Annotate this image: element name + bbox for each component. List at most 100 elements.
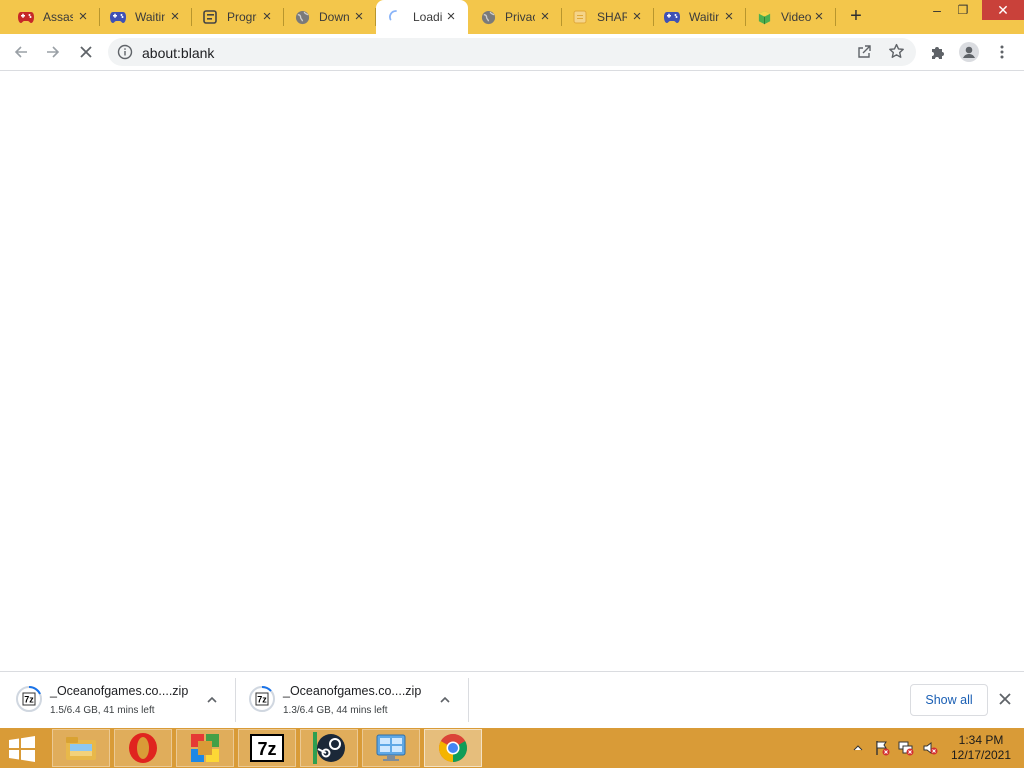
loading-spinner-icon	[388, 9, 404, 25]
tab-0[interactable]: Assassin's Creed ×	[0, 0, 100, 34]
svg-text:7z: 7z	[24, 695, 34, 705]
close-tab-icon[interactable]: ×	[352, 9, 366, 24]
cube-icon	[756, 9, 772, 25]
gamepad-red-icon	[18, 9, 34, 25]
tab-6[interactable]: SHARE ×	[554, 0, 654, 34]
close-icon	[80, 46, 92, 58]
7zip-archive-icon: 7z	[249, 685, 275, 712]
tab-4[interactable]: Loading ×	[376, 0, 468, 34]
taskbar-file-explorer[interactable]	[52, 729, 110, 767]
tab-title: SHARE	[597, 10, 627, 24]
close-tab-icon[interactable]: ×	[538, 9, 552, 24]
tab-title: Waiting	[689, 10, 719, 24]
windows-logo-icon	[9, 736, 35, 762]
close-tab-icon[interactable]: ×	[76, 9, 90, 24]
taskbar-steam[interactable]	[300, 729, 358, 767]
stop-loading-button[interactable]	[74, 40, 98, 64]
control-panel-icon	[376, 734, 406, 761]
download-separator	[468, 678, 469, 722]
taskbar-app-store[interactable]	[176, 729, 234, 767]
extensions-button[interactable]	[926, 40, 950, 64]
action-center-flag-icon[interactable]	[874, 740, 890, 756]
back-arrow-icon	[14, 46, 27, 58]
download-shelf: 7z _Oceanofgames.co....zip 1.5/6.4 GB, 4…	[0, 671, 1024, 728]
close-tab-icon[interactable]: ×	[260, 9, 274, 24]
opera-icon	[129, 733, 157, 763]
7zip-icon: 7z	[250, 734, 284, 762]
close-shelf-icon[interactable]	[998, 692, 1014, 708]
tab-7[interactable]: Waiting ×	[646, 0, 746, 34]
close-tab-icon[interactable]: ×	[630, 9, 644, 24]
close-tab-icon[interactable]: ×	[722, 9, 736, 24]
chevron-up-icon[interactable]	[437, 692, 453, 708]
chevron-up-icon[interactable]	[204, 692, 220, 708]
new-tab-button[interactable]: +	[845, 6, 867, 28]
tab-title: Assassin's Creed	[43, 10, 73, 24]
download-item[interactable]: 7z _Oceanofgames.co....zip 1.3/6.4 GB, 4…	[233, 672, 469, 728]
tab-5[interactable]: Privacy ×	[462, 0, 562, 34]
address-bar[interactable]: about:blank	[108, 38, 916, 66]
taskbar-7zip[interactable]: 7z	[238, 729, 296, 767]
forward-arrow-icon	[47, 46, 60, 58]
show-all-button[interactable]: Show all	[910, 684, 988, 716]
tab-title: Progress	[227, 10, 257, 24]
globe-icon	[294, 9, 310, 25]
tab-separator	[835, 8, 836, 26]
svg-text:7z: 7z	[257, 695, 267, 705]
taskbar-control-panel[interactable]	[362, 729, 420, 767]
volume-muted-icon[interactable]	[922, 740, 938, 756]
tab-1[interactable]: Waiting ×	[92, 0, 192, 34]
download-filename: _Oceanofgames.co....zip	[50, 684, 189, 698]
gamepad-blue-icon	[110, 9, 126, 25]
browser-toolbar: about:blank	[0, 34, 1024, 71]
svg-text:7z: 7z	[257, 739, 276, 759]
download-status: 1.3/6.4 GB, 44 mins left	[283, 705, 388, 716]
download-filename: _Oceanofgames.co....zip	[283, 684, 422, 698]
close-tab-icon[interactable]: ×	[444, 9, 458, 24]
gamepad-blue-icon	[664, 9, 680, 25]
share-icon[interactable]	[856, 44, 872, 65]
steam-icon	[313, 732, 345, 764]
download-status: 1.5/6.4 GB, 41 mins left	[50, 705, 155, 716]
profile-button[interactable]	[957, 40, 981, 64]
globe-icon	[480, 9, 496, 25]
system-clock[interactable]: 1:34 PM 12/17/2021	[946, 733, 1016, 763]
close-tab-icon[interactable]: ×	[812, 9, 826, 24]
page-content	[0, 71, 1024, 671]
forward-button[interactable]	[41, 40, 65, 64]
7zip-archive-icon: 7z	[16, 685, 42, 712]
taskbar-opera[interactable]	[114, 729, 172, 767]
tab-title: Download	[319, 10, 349, 24]
app-store-icon	[191, 734, 219, 762]
windows-taskbar: 7z 1:34 PM 12/17/2021	[0, 728, 1024, 768]
tab-title: Loading	[413, 10, 443, 24]
chevron-up-icon	[853, 745, 863, 751]
info-icon[interactable]	[117, 44, 133, 65]
restore-button[interactable]: ❐	[948, 0, 978, 22]
network-icon[interactable]	[898, 740, 914, 756]
taskbar-chrome[interactable]	[424, 729, 482, 767]
window-close-button[interactable]: ✕	[982, 0, 1024, 20]
bookmark-star-icon[interactable]	[888, 43, 905, 65]
avatar-icon	[959, 42, 979, 62]
tab-2[interactable]: Progress ×	[184, 0, 284, 34]
tab-title: Privacy	[505, 10, 535, 24]
tab-strip: Assassin's Creed × Waiting × Progress × …	[0, 0, 1024, 34]
progress-icon	[202, 9, 218, 25]
show-hidden-icons-button[interactable]	[850, 740, 866, 756]
url-text[interactable]: about:blank	[142, 45, 214, 61]
tab-3[interactable]: Download ×	[276, 0, 376, 34]
tab-title: Waiting	[135, 10, 165, 24]
file-explorer-icon	[66, 737, 96, 760]
chrome-icon	[439, 734, 467, 762]
close-tab-icon[interactable]: ×	[168, 9, 182, 24]
menu-button[interactable]	[990, 40, 1014, 64]
more-vert-icon	[1000, 45, 1004, 59]
back-button[interactable]	[9, 40, 33, 64]
tab-8[interactable]: Video ×	[738, 0, 836, 34]
clock-date: 12/17/2021	[950, 748, 1012, 762]
download-item[interactable]: 7z _Oceanofgames.co....zip 1.5/6.4 GB, 4…	[0, 672, 236, 728]
file-icon	[572, 9, 588, 25]
puzzle-icon	[932, 47, 944, 59]
start-button[interactable]	[8, 736, 38, 762]
